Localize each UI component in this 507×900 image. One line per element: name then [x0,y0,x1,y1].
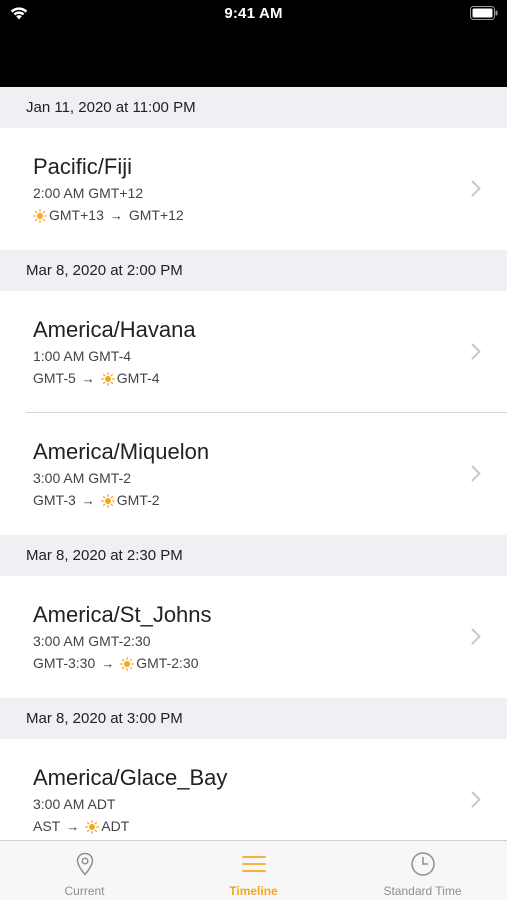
timezone-row[interactable]: America/Glace_Bay 3:00 AM ADT AST → ADT [0,739,507,840]
section-header: Mar 8, 2020 at 2:30 PM [0,535,507,576]
chevron-right-icon [471,465,481,482]
offset-from: GMT-5 [33,370,76,386]
location-pin-icon [76,852,93,876]
status-bar: 9:41 AM [0,0,507,87]
arrow-right-icon: → [101,656,115,671]
tab-bar: Current Timeline Standard Time [0,840,507,900]
arrow-right-icon: → [81,493,95,508]
arrow-right-icon: → [81,371,95,386]
offset-change: GMT-3:30 → GMT-2:30 [33,654,507,673]
chevron-right-icon [471,791,481,808]
transition-time: 3:00 AM ADT [33,796,116,812]
timezone-name: America/St_Johns [33,602,212,627]
clock-icon [410,852,435,876]
offset-to: GMT-2:30 [136,655,199,671]
offset-to: GMT-4 [116,370,160,386]
section-header: Jan 11, 2020 at 11:00 PM [0,87,507,128]
chevron-right-icon [471,180,481,197]
section-header: Mar 8, 2020 at 2:00 PM [0,250,507,291]
offset-to: GMT+12 [128,207,184,223]
tab-current[interactable]: Current [0,841,169,900]
timezone-row[interactable]: America/St_Johns 3:00 AM GMT-2:30 GMT-3:30… [0,576,507,698]
offset-to: ADT [101,818,130,834]
offset-change: AST → ADT [33,817,507,836]
timezone-name: Pacific/Fiji [33,154,133,179]
battery-icon [470,6,498,20]
chevron-right-icon [471,628,481,645]
timezone-name: America/Miquelon [33,439,210,464]
sun-icon [100,493,115,508]
timezone-row[interactable]: America/Miquelon 3:00 AM GMT-2 GMT-3 → GMT-2 [0,413,507,535]
tab-timeline[interactable]: Timeline [169,841,338,900]
transition-time: 2:00 AM GMT+12 [33,185,144,201]
tab-standard-time[interactable]: Standard Time [338,841,507,900]
tab-label: Timeline [229,884,278,898]
transition-time: 1:00 AM GMT-4 [33,348,132,364]
offset-from: GMT-3:30 [33,655,96,671]
arrow-right-icon: → [109,208,123,223]
timezone-row[interactable]: America/Havana 1:00 AM GMT-4 GMT-5 → GMT-4 [0,291,507,413]
sun-icon [85,819,100,834]
timezone-name: America/Glace_Bay [33,765,228,790]
list-icon [241,856,266,872]
tab-label: Current [64,884,105,898]
offset-change: GMT-5 → GMT-4 [33,369,507,388]
transition-time: 3:00 AM GMT-2 [33,470,132,486]
offset-from: AST [33,818,61,834]
offset-to: GMT-2 [116,492,160,508]
offset-change: GMT-3 → GMT-2 [33,491,507,510]
offset-from: GMT+13 [49,207,104,223]
timezone-name: America/Havana [33,317,196,342]
tab-label: Standard Time [383,884,462,898]
offset-change: GMT+13 → GMT+12 [33,206,507,225]
offset-from: GMT-3 [33,492,76,508]
sun-icon [100,371,115,386]
timezone-row[interactable]: Pacific/Fiji 2:00 AM GMT+12 GMT+13 → GMT+12 [0,128,507,250]
sun-icon [33,208,47,223]
sun-icon [120,656,135,671]
status-time: 9:41 AM [224,5,283,22]
timeline-list[interactable]: Jan 11, 2020 at 11:00 PM Pacific/Fiji 2:00… [0,87,507,840]
section-header: Mar 8, 2020 at 3:00 PM [0,698,507,739]
arrow-right-icon: → [66,819,80,834]
chevron-right-icon [471,343,481,360]
transition-time: 3:00 AM GMT-2:30 [33,633,151,649]
